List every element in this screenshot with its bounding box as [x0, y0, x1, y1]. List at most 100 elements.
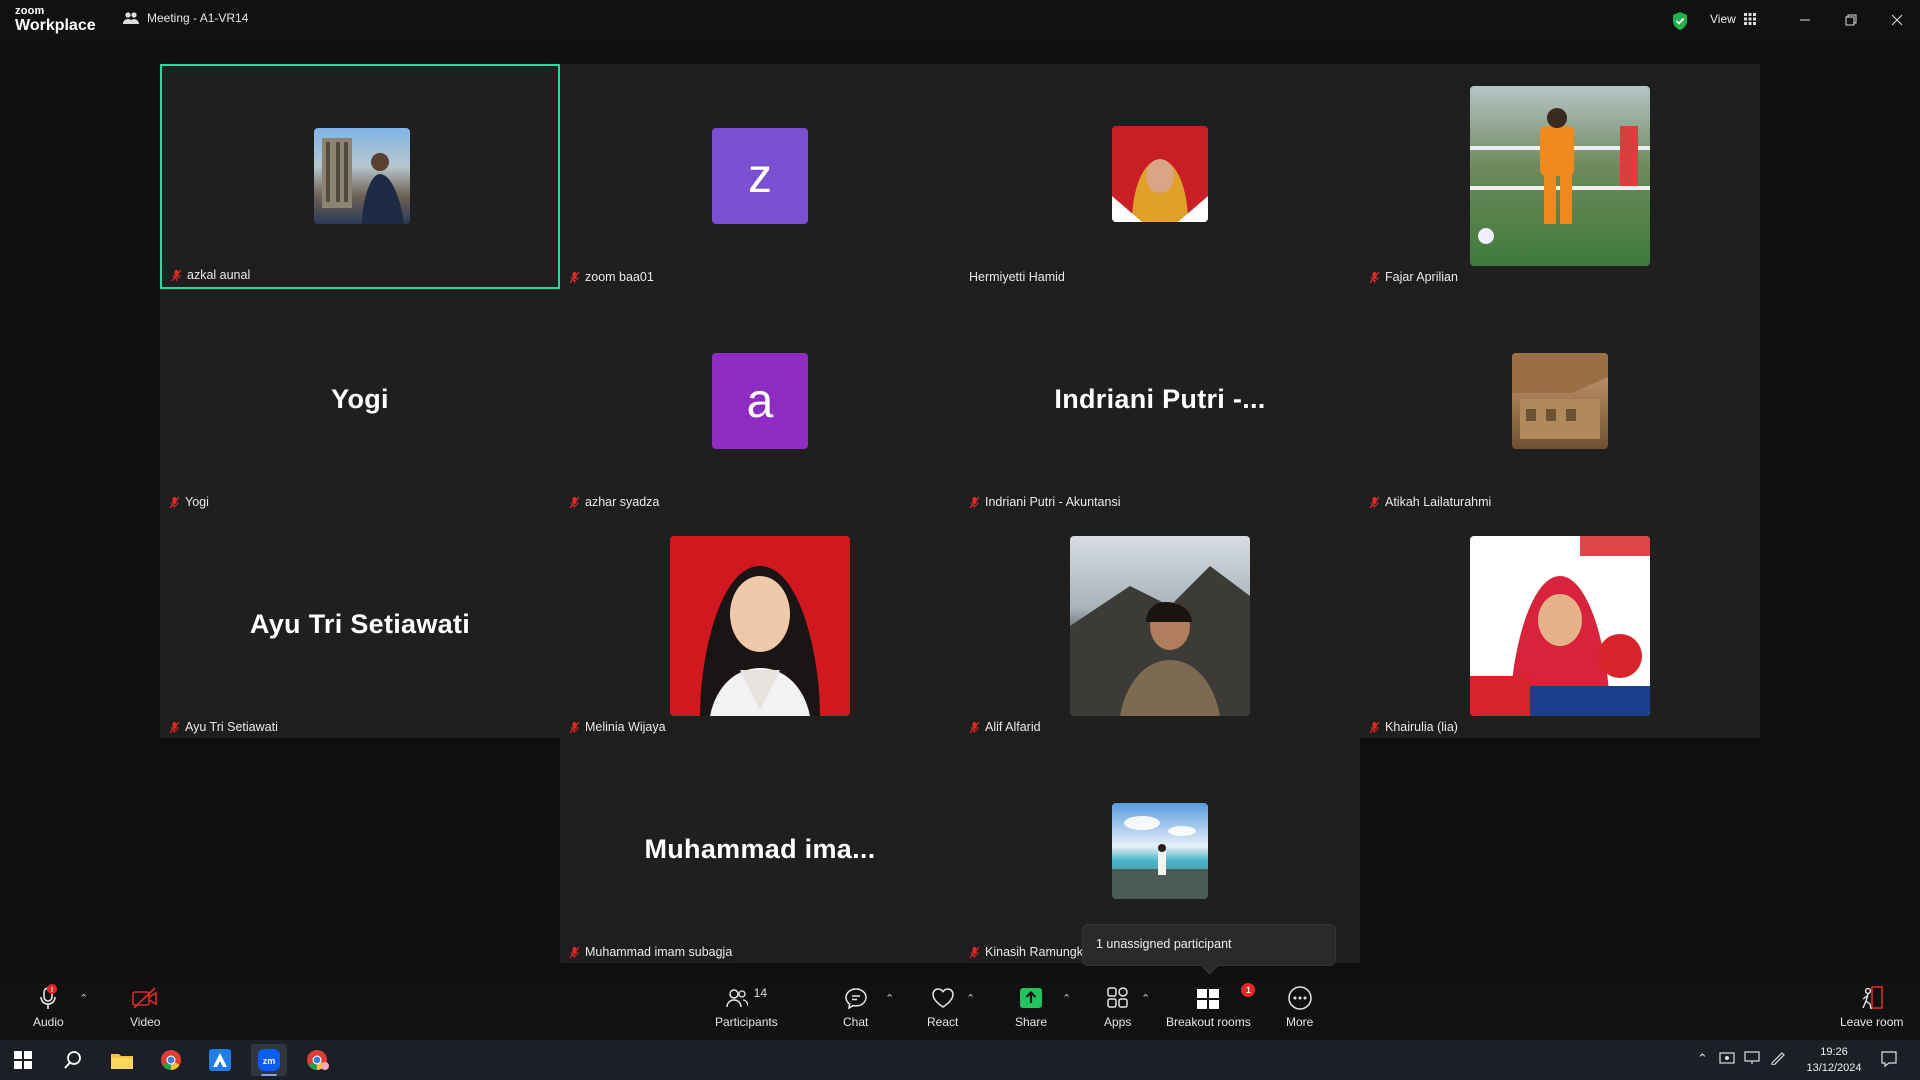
chat-label: Chat: [843, 1015, 869, 1029]
apps-options-chevron-icon[interactable]: ⌃: [1141, 992, 1150, 1005]
mic-muted-icon: [1369, 721, 1380, 733]
react-label: React: [927, 1015, 959, 1029]
participants-button[interactable]: 14 Participants: [715, 984, 778, 1029]
minimize-icon[interactable]: [1793, 8, 1817, 32]
participant-photo: [1070, 536, 1250, 716]
participant-name-tag: Muhammad imam subagja: [565, 943, 739, 961]
participants-icon: [725, 989, 748, 1008]
mic-muted-icon: [169, 496, 180, 508]
audio-label: Audio: [33, 1015, 64, 1029]
breakout-badge: 1: [1241, 983, 1256, 997]
participant-big-name: Yogi: [331, 384, 389, 414]
participant-name: Fajar Aprilian: [1385, 270, 1458, 284]
mic-muted-icon: [569, 271, 580, 283]
more-icon: [1287, 986, 1312, 1010]
chat-button[interactable]: Chat: [843, 984, 868, 1029]
meeting-participants-icon: [123, 12, 139, 24]
leave-room-icon: [1862, 986, 1883, 1010]
taskbar-clock[interactable]: 19:26 13/12/2024: [1800, 1044, 1868, 1076]
participant-name-tag: Indriani Putri - Akuntansi: [965, 493, 1127, 511]
mic-muted-icon: [1369, 271, 1380, 283]
participant-name: zoom baa01: [585, 270, 654, 284]
zoom-app-icon[interactable]: zm: [251, 1044, 287, 1076]
participant-tile[interactable]: Indriani Putri -... Indriani Putri - Aku…: [960, 289, 1360, 514]
share-options-chevron-icon[interactable]: ⌃: [1062, 992, 1071, 1005]
apps-button[interactable]: Apps: [1104, 984, 1131, 1029]
participant-name: azhar syadza: [585, 495, 660, 509]
participant-name-tag: Melinia Wijaya: [565, 718, 672, 736]
participant-tile[interactable]: Fajar Aprilian: [1360, 64, 1760, 289]
participant-name-tag: Alif Alfarid: [965, 718, 1047, 736]
heart-icon: [931, 988, 954, 1008]
participant-tile[interactable]: Yogi Yogi: [160, 289, 560, 514]
chat-options-chevron-icon[interactable]: ⌃: [885, 992, 894, 1005]
participant-name: Yogi: [185, 495, 209, 509]
mic-muted-icon: [969, 946, 980, 958]
clock-time: 19:26: [1820, 1046, 1848, 1058]
close-icon[interactable]: [1885, 8, 1909, 32]
restore-icon[interactable]: [1839, 8, 1863, 32]
tray-meet-now-icon[interactable]: [1719, 1051, 1735, 1068]
logo-zoom-text: zoom: [15, 5, 45, 17]
notification-center-icon[interactable]: [1880, 1050, 1898, 1071]
tooltip-text: 1 unassigned participant: [1096, 937, 1232, 951]
participant-photo: [670, 536, 850, 716]
tray-network-icon[interactable]: [1744, 1051, 1760, 1068]
participant-name-tag: Atikah Lailaturahmi: [1365, 493, 1498, 511]
participant-big-name: Indriani Putri -...: [1054, 384, 1266, 414]
chrome-icon[interactable]: [153, 1044, 189, 1076]
tray-pen-icon[interactable]: [1770, 1051, 1786, 1068]
chat-icon: [844, 988, 867, 1010]
mic-muted-icon: [169, 721, 180, 733]
participant-tile[interactable]: z zoom baa01: [560, 64, 960, 289]
breakout-rooms-icon: [1197, 989, 1220, 1009]
participant-name: Khairulia (lia): [1385, 720, 1458, 734]
leave-room-button[interactable]: Leave room: [1840, 984, 1903, 1029]
azure-data-studio-icon[interactable]: [202, 1044, 238, 1076]
svg-text:zm: zm: [263, 1056, 276, 1066]
participant-tile[interactable]: Muhammad ima... Muhammad imam subagja: [560, 739, 960, 964]
grid-icon: [1743, 13, 1756, 25]
video-button[interactable]: Video: [130, 984, 160, 1029]
react-button[interactable]: React: [927, 984, 958, 1029]
meeting-toolbar: ! Audio ⌃ Video 14 Participants Chat ⌃ R…: [0, 980, 1920, 1040]
participant-tile[interactable]: Alif Alfarid: [960, 514, 1360, 739]
participant-tile[interactable]: Ayu Tri Setiawati Ayu Tri Setiawati: [160, 514, 560, 739]
participant-tile[interactable]: Hermiyetti Hamid: [960, 64, 1360, 289]
participant-tile[interactable]: a azhar syadza: [560, 289, 960, 514]
participant-tile[interactable]: azkal aunal: [160, 64, 560, 289]
share-button[interactable]: Share: [1015, 984, 1047, 1029]
tray-overflow-chevron-icon[interactable]: ⌃: [1697, 1051, 1708, 1067]
windows-start-icon[interactable]: [5, 1044, 41, 1076]
share-label: Share: [1015, 1015, 1048, 1029]
letter-avatar: a: [712, 353, 808, 449]
audio-options-chevron-icon[interactable]: ⌃: [79, 992, 88, 1005]
mic-muted-icon: [1369, 496, 1380, 508]
more-label: More: [1286, 1015, 1314, 1029]
participant-photo: [1470, 536, 1650, 716]
participant-tile[interactable]: Khairulia (lia): [1360, 514, 1760, 739]
participant-name-tag: Kinasih Ramungk: [965, 943, 1089, 961]
apps-label: Apps: [1104, 1015, 1132, 1029]
participant-name-tag: Yogi: [165, 493, 215, 511]
participant-photo: [1512, 353, 1608, 449]
breakout-rooms-button[interactable]: 1 Breakout rooms: [1166, 983, 1256, 1029]
participant-name-tag: azhar syadza: [565, 493, 666, 511]
participant-tile[interactable]: Melinia Wijaya: [560, 514, 960, 739]
react-options-chevron-icon[interactable]: ⌃: [966, 992, 975, 1005]
file-explorer-icon[interactable]: [104, 1044, 140, 1076]
chrome-profile-icon[interactable]: [300, 1044, 336, 1076]
meeting-title[interactable]: Meeting - A1-VR14: [123, 11, 248, 25]
search-icon[interactable]: [55, 1044, 91, 1076]
participant-tile[interactable]: Atikah Lailaturahmi: [1360, 289, 1760, 514]
encryption-shield-icon[interactable]: [1672, 12, 1688, 30]
participant-name: Kinasih Ramungk: [985, 945, 1083, 959]
more-button[interactable]: More: [1286, 984, 1313, 1029]
participant-photo: [1112, 803, 1208, 899]
apps-icon: [1106, 987, 1128, 1008]
unassigned-participant-tooltip: 1 unassigned participant: [1082, 924, 1336, 966]
audio-button[interactable]: ! Audio: [33, 984, 64, 1029]
participant-name-tag: Hermiyetti Hamid: [965, 268, 1071, 286]
view-button[interactable]: View: [1710, 12, 1756, 26]
participant-photo: [1112, 126, 1208, 222]
